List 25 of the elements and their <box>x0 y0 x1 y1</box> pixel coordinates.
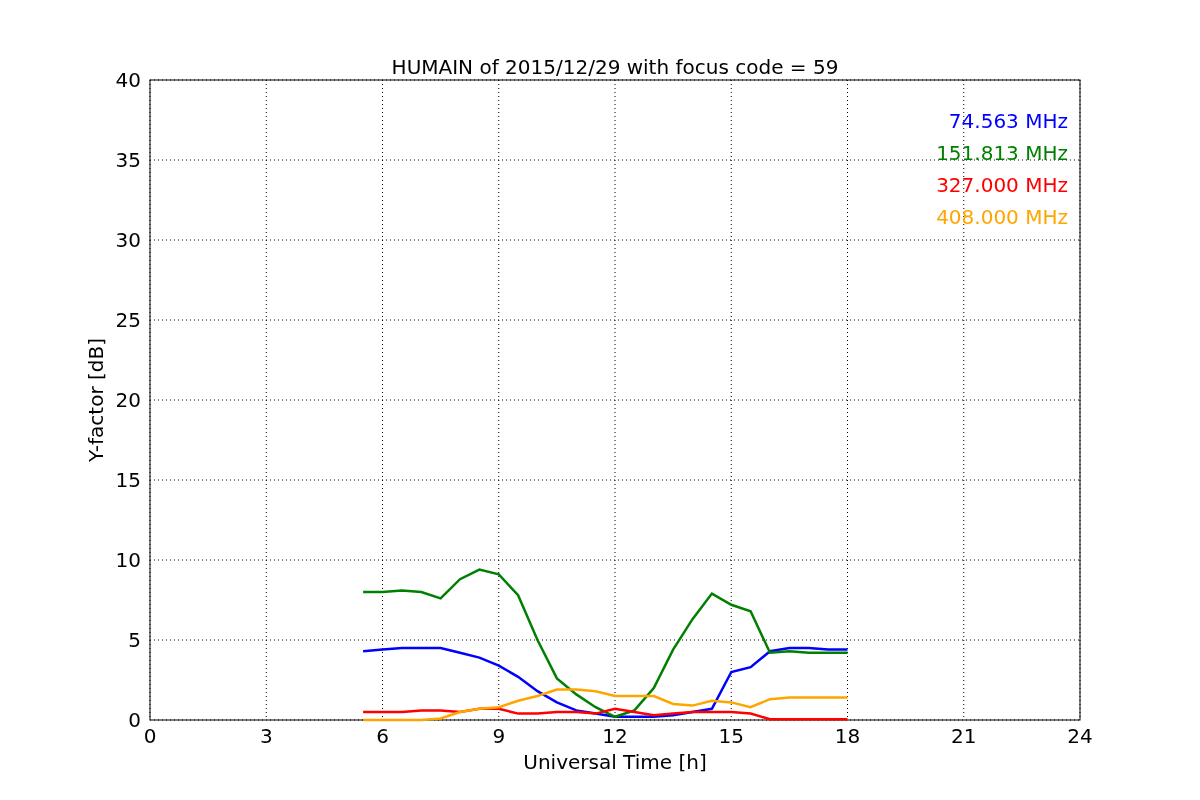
chart-title: HUMAIN of 2015/12/29 with focus code = 59 <box>391 55 839 79</box>
y-tick-label: 25 <box>115 308 141 332</box>
y-tick-label: 15 <box>115 468 141 492</box>
x-tick-label: 3 <box>259 724 273 748</box>
legend-label: 327.000 MHz <box>936 173 1068 197</box>
y-tick-label: 10 <box>115 548 141 572</box>
x-tick-label: 21 <box>951 724 977 748</box>
legend-label: 408.000 MHz <box>936 205 1068 229</box>
x-tick-label: 18 <box>834 724 861 748</box>
legend-label: 74.563 MHz <box>948 109 1068 133</box>
y-tick-label: 20 <box>115 388 141 412</box>
y-tick-label: 5 <box>128 628 141 652</box>
y-tick-label: 35 <box>115 148 141 172</box>
y-tick-label: 30 <box>115 228 141 252</box>
y-tick-label: 40 <box>115 68 141 92</box>
x-tick-label: 24 <box>1067 724 1093 748</box>
y-axis-label: Y-factor [dB] <box>84 338 108 462</box>
x-tick-label: 6 <box>376 724 389 748</box>
legend-label: 151.813 MHz <box>936 141 1068 165</box>
x-tick-label: 9 <box>492 724 506 748</box>
x-tick-label: 12 <box>602 724 628 748</box>
x-tick-label: 0 <box>143 724 157 748</box>
y-tick-label: 0 <box>128 708 141 732</box>
x-axis-label: Universal Time [h] <box>523 750 707 774</box>
x-tick-label: 15 <box>718 724 744 748</box>
